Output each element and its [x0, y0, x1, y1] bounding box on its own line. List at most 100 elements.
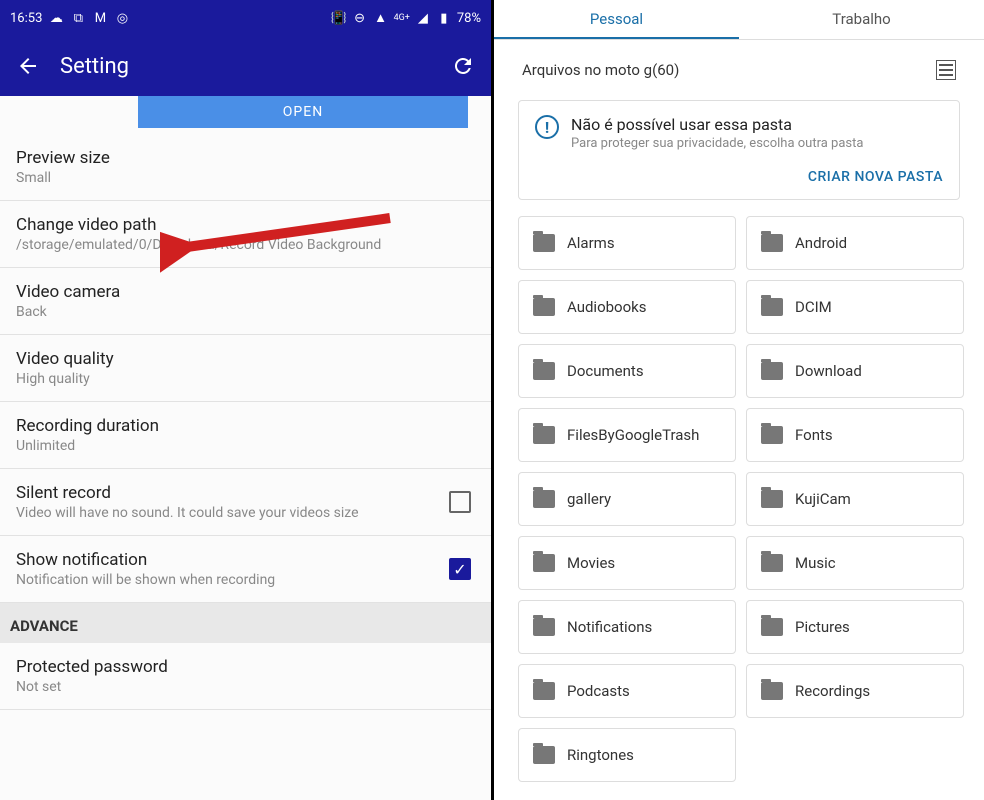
setting-sub: Video will have no sound. It could save … — [16, 505, 406, 521]
folder-label: Pictures — [795, 618, 850, 636]
setting-sub: Not set — [16, 679, 475, 695]
folder-icon — [761, 682, 783, 700]
folder-item[interactable]: DCIM — [746, 280, 964, 334]
setting-title: Silent record — [16, 483, 475, 503]
setting-sub: Unlimited — [16, 438, 475, 454]
folder-item[interactable]: Alarms — [518, 216, 736, 270]
setting-show-notification[interactable]: Show notification Notification will be s… — [0, 536, 491, 603]
folder-label: Notifications — [567, 618, 652, 636]
folder-icon — [533, 554, 555, 572]
setting-sub: Small — [16, 170, 475, 186]
setting-sub: Back — [16, 304, 475, 320]
setting-video-camera[interactable]: Video camera Back — [0, 268, 491, 335]
folder-label: Audiobooks — [567, 298, 647, 316]
folder-icon — [761, 618, 783, 636]
setting-sub: Notification will be shown when recordin… — [16, 572, 475, 588]
tab-work[interactable]: Trabalho — [739, 0, 984, 39]
folder-icon — [761, 362, 783, 380]
folder-item[interactable]: Notifications — [518, 600, 736, 654]
folder-label: Podcasts — [567, 682, 630, 700]
show-notification-checkbox[interactable]: ✓ — [449, 558, 471, 580]
cloud-icon: ☁ — [48, 10, 64, 26]
network-label: 4G+ — [394, 13, 410, 23]
folder-item[interactable]: Movies — [518, 536, 736, 590]
folder-icon — [761, 426, 783, 444]
vibrate-icon: 📳 — [331, 10, 347, 26]
dnd-icon: ⊖ — [352, 10, 368, 26]
folder-item[interactable]: Ringtones — [518, 728, 736, 782]
folder-item[interactable]: Music — [746, 536, 964, 590]
folder-item[interactable]: Android — [746, 216, 964, 270]
folder-label: DCIM — [795, 298, 832, 316]
location-label: Arquivos no moto g(60) — [522, 61, 679, 79]
folder-label: gallery — [567, 490, 611, 508]
folder-icon — [761, 554, 783, 572]
folder-label: Alarms — [567, 234, 615, 252]
setting-title: Show notification — [16, 550, 475, 570]
location-row: Arquivos no moto g(60) — [494, 40, 984, 92]
folder-item[interactable]: Documents — [518, 344, 736, 398]
folder-item[interactable]: Podcasts — [518, 664, 736, 718]
refresh-icon[interactable] — [451, 54, 475, 78]
setting-sub: /storage/emulated/0/Download/Record Vide… — [16, 237, 475, 253]
page-title: Setting — [60, 54, 431, 79]
setting-video-quality[interactable]: Video quality High quality — [0, 335, 491, 402]
setting-silent-record[interactable]: Silent record Video will have no sound. … — [0, 469, 491, 536]
setting-change-video-path[interactable]: Change video path /storage/emulated/0/Do… — [0, 201, 491, 268]
status-bar: 16:53 ☁ ⧉ M ◎ 📳 ⊖ ▲ 4G+ ◢ ▮ 78% — [0, 0, 491, 36]
silent-record-checkbox[interactable] — [449, 491, 471, 513]
info-card: ! Não é possível usar essa pasta Para pr… — [518, 100, 960, 200]
folder-item[interactable]: Download — [746, 344, 964, 398]
grid-icon: ⧉ — [70, 10, 86, 26]
info-title: Não é possível usar essa pasta — [571, 115, 943, 134]
folder-item[interactable]: Fonts — [746, 408, 964, 462]
folder-item[interactable]: Audiobooks — [518, 280, 736, 334]
tabs: Pessoal Trabalho — [494, 0, 984, 40]
folder-label: Documents — [567, 362, 644, 380]
folder-icon — [533, 490, 555, 508]
folder-icon — [761, 234, 783, 252]
folder-item[interactable]: Recordings — [746, 664, 964, 718]
setting-protected-password[interactable]: Protected password Not set — [0, 643, 491, 710]
mail-icon: M — [92, 10, 108, 26]
folder-icon — [533, 426, 555, 444]
folder-label: FilesByGoogleTrash — [567, 426, 699, 444]
folder-label: Recordings — [795, 682, 870, 700]
setting-title: Change video path — [16, 215, 475, 235]
folder-item[interactable]: FilesByGoogleTrash — [518, 408, 736, 462]
setting-sub: High quality — [16, 371, 475, 387]
setting-recording-duration[interactable]: Recording duration Unlimited — [0, 402, 491, 469]
battery-icon: ▮ — [436, 10, 452, 26]
folder-label: Music — [795, 554, 836, 572]
folder-icon — [533, 746, 555, 764]
signal-icon: ◢ — [415, 10, 431, 26]
create-folder-button[interactable]: CRIAR NOVA PASTA — [535, 169, 943, 185]
folder-label: Android — [795, 234, 847, 252]
folder-label: Download — [795, 362, 862, 380]
tab-personal[interactable]: Pessoal — [494, 0, 739, 39]
folder-icon — [533, 618, 555, 636]
setting-preview-size[interactable]: Preview size Small — [0, 134, 491, 201]
view-list-icon[interactable] — [936, 60, 956, 80]
folder-label: Ringtones — [567, 746, 634, 764]
folder-item[interactable]: Pictures — [746, 600, 964, 654]
folder-item[interactable]: KujiCam — [746, 472, 964, 526]
back-icon[interactable] — [16, 54, 40, 78]
folder-item[interactable]: gallery — [518, 472, 736, 526]
folder-grid: Alarms Android Audiobooks DCIM Documents Down… — [494, 208, 984, 782]
instagram-icon: ◎ — [114, 10, 130, 26]
advance-header: ADVANCE — [0, 603, 491, 643]
info-icon: ! — [535, 115, 559, 139]
folder-label: Movies — [567, 554, 615, 572]
folder-icon — [761, 298, 783, 316]
info-sub: Para proteger sua privacidade, escolha o… — [571, 136, 943, 151]
folder-icon — [761, 490, 783, 508]
folder-label: Fonts — [795, 426, 833, 444]
status-time: 16:53 — [10, 11, 42, 26]
open-button[interactable]: OPEN — [138, 96, 468, 128]
folder-icon — [533, 362, 555, 380]
settings-screen: 16:53 ☁ ⧉ M ◎ 📳 ⊖ ▲ 4G+ ◢ ▮ 78% Setting … — [0, 0, 494, 800]
folder-label: KujiCam — [795, 490, 851, 508]
settings-list: Preview size Small Change video path /st… — [0, 134, 491, 800]
app-bar: Setting — [0, 36, 491, 96]
